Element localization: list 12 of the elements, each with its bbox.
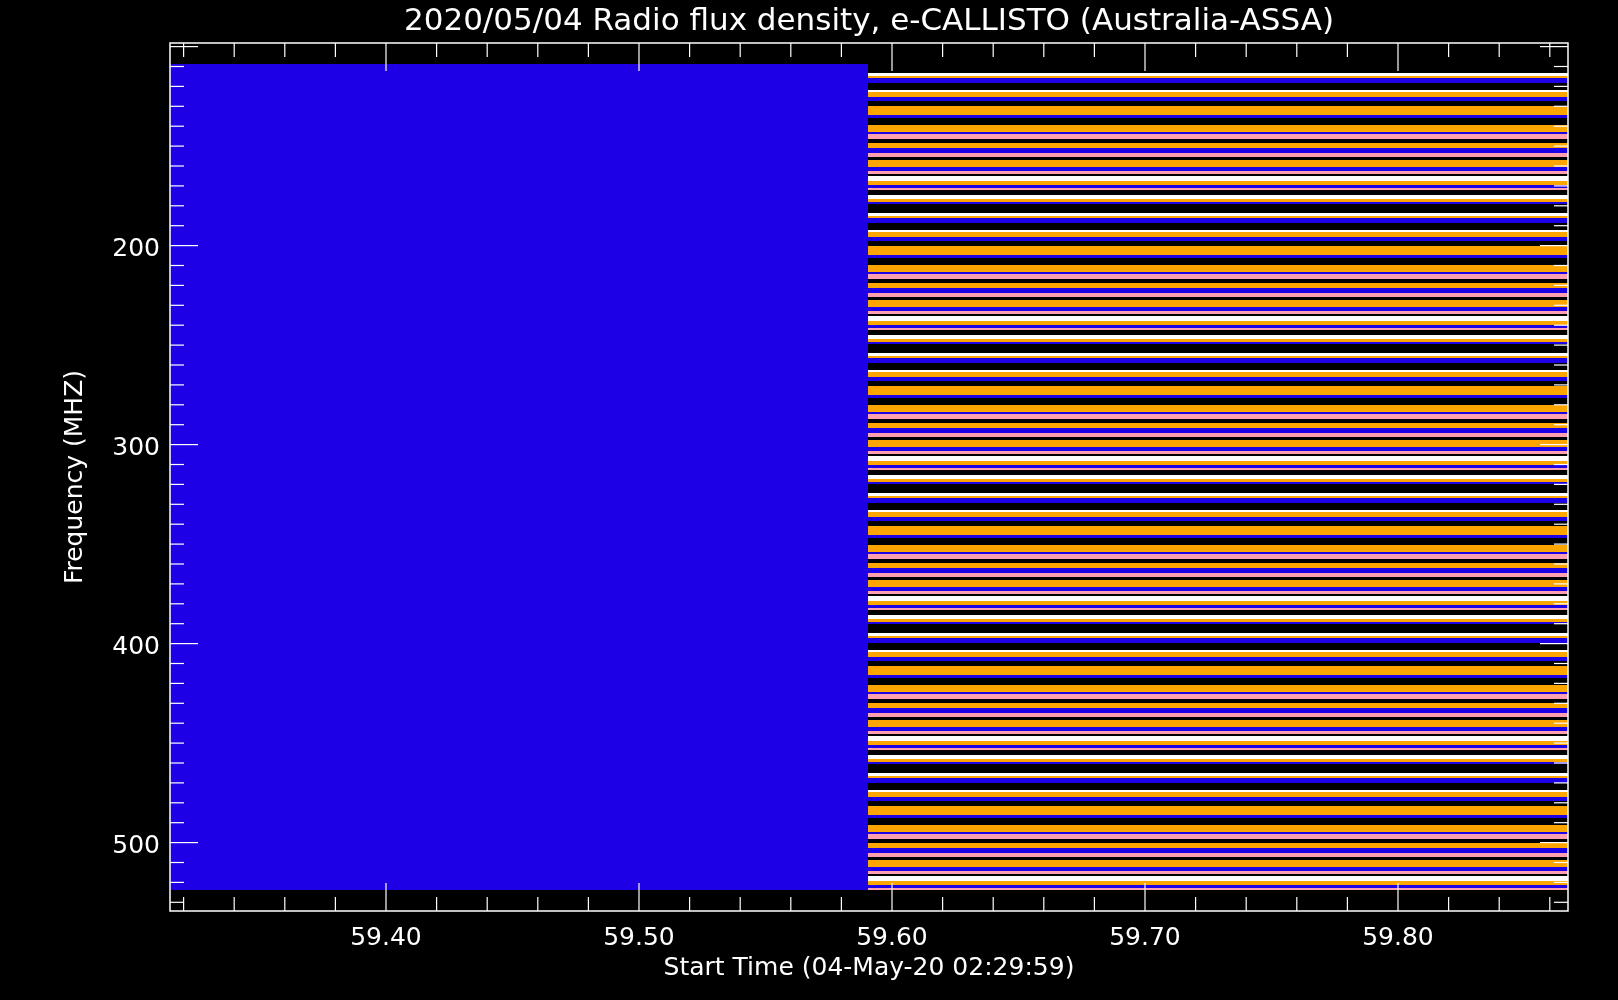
x-tick-label: 59.60: [856, 922, 928, 951]
chart-title: 2020/05/04 Radio flux density, e-CALLISTO (Australia-ASSA): [403, 1, 1335, 37]
x-tick-label: 59.80: [1362, 922, 1434, 951]
y-tick-label: 300: [112, 431, 160, 461]
x-tick-label: 59.40: [350, 922, 422, 951]
y-axis-label: Frequency (MHZ): [59, 369, 88, 585]
y-tick-label: 200: [112, 232, 160, 262]
y-tick-label: 500: [112, 829, 160, 859]
x-axis-label: Start Time (04-May-20 02:29:59): [663, 952, 1075, 981]
x-tick-label: 59.70: [1109, 922, 1181, 951]
y-tick-label: 400: [112, 630, 160, 660]
x-tick-label: 59.50: [603, 922, 675, 951]
